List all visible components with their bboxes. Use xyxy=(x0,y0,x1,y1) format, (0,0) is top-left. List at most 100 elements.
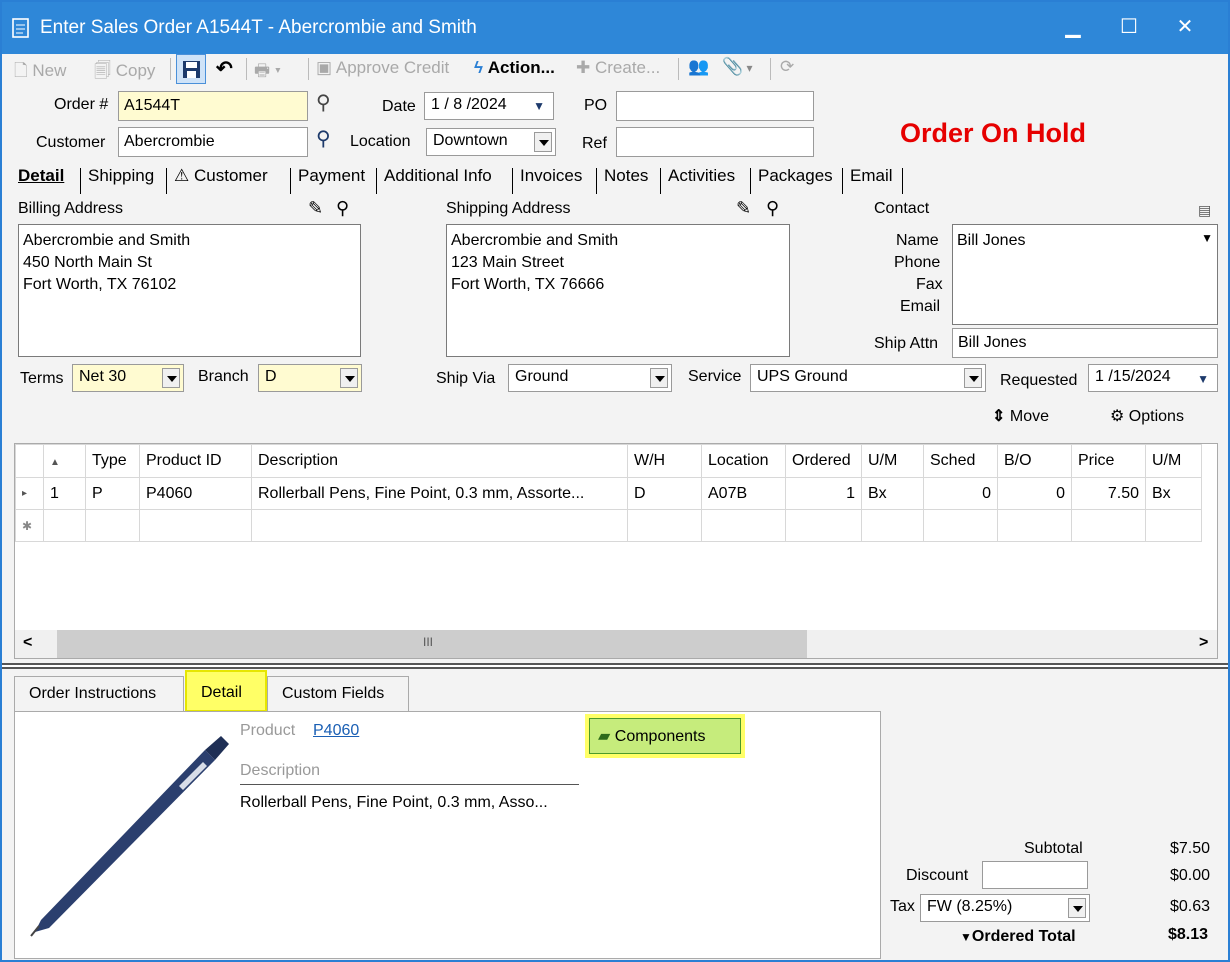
cell-sched[interactable]: 0 xyxy=(923,477,998,510)
move-button[interactable]: ⇕ Move xyxy=(992,406,1049,426)
print-button[interactable]: 🖶 ▾ xyxy=(254,58,281,80)
cell-type[interactable]: P xyxy=(85,477,140,510)
gear-icon: ⚙ xyxy=(1110,408,1125,425)
tab-shipping[interactable]: Shipping xyxy=(88,166,154,186)
service-label: Service xyxy=(688,368,742,385)
undo-icon[interactable]: ↶ xyxy=(216,56,233,81)
contact-details-box[interactable]: Bill Jones ▼ xyxy=(952,224,1218,325)
attachment-icon[interactable]: 📎 ▾ xyxy=(722,57,753,77)
contact-phone-label: Phone xyxy=(894,254,941,271)
shipping-address-box[interactable]: Abercrombie and Smith 123 Main Street Fo… xyxy=(446,224,790,357)
expand-total-icon: ▼ xyxy=(960,930,972,944)
billing-map-pin-icon[interactable]: ⚲ xyxy=(336,198,349,219)
order-number-field[interactable]: A1544T xyxy=(118,91,308,121)
column-line-number[interactable]: ▲ xyxy=(43,444,86,478)
components-button[interactable]: ▰ Components xyxy=(589,718,741,754)
scroll-left-icon[interactable]: < xyxy=(23,634,32,652)
tab-email[interactable]: Email xyxy=(850,166,893,186)
tab-additional-info[interactable]: Additional Info xyxy=(384,166,492,186)
cell-warehouse[interactable]: D xyxy=(627,477,702,510)
cell-price[interactable]: 7.50 xyxy=(1071,477,1146,510)
column-price-um[interactable]: U/M xyxy=(1145,444,1202,478)
cell-line[interactable]: 1 xyxy=(43,477,86,510)
save-icon xyxy=(183,61,200,78)
approve-credit-button[interactable]: ▣ Approve Credit xyxy=(316,58,449,80)
action-menu-button[interactable]: ϟ Action... xyxy=(474,58,555,80)
column-um[interactable]: U/M xyxy=(861,444,924,478)
table-row[interactable]: ▸ 1 P P4060 Rollerball Pens, Fine Point,… xyxy=(15,477,1202,510)
new-button[interactable]: 🗋 New xyxy=(14,58,66,80)
customer-field[interactable]: Abercrombie xyxy=(118,127,308,157)
terms-dropdown[interactable]: Net 30 xyxy=(72,364,184,392)
minimize-button[interactable]: ▁ xyxy=(1050,10,1096,44)
column-location[interactable]: Location xyxy=(701,444,786,478)
create-menu-button[interactable]: ✚ Create... xyxy=(576,58,660,80)
cell-location[interactable]: A07B xyxy=(701,477,786,510)
panel-splitter[interactable] xyxy=(2,663,1228,669)
cell-um[interactable]: Bx xyxy=(861,477,924,510)
sales-order-window: Enter Sales Order A1544T - Abercrombie a… xyxy=(0,0,1230,962)
column-warehouse[interactable]: W/H xyxy=(627,444,702,478)
cell-bo[interactable]: 0 xyxy=(997,477,1072,510)
contact-card-icon[interactable]: ▤ xyxy=(1198,202,1211,219)
column-description[interactable]: Description xyxy=(251,444,628,478)
subtotal-value: $7.50 xyxy=(1170,840,1211,857)
product-link[interactable]: P4060 xyxy=(313,722,359,740)
column-price[interactable]: Price xyxy=(1071,444,1146,478)
refresh-icon[interactable]: ⟳ xyxy=(780,57,794,77)
column-sched[interactable]: Sched xyxy=(923,444,998,478)
ordered-total-label[interactable]: ▼Ordered Total xyxy=(960,928,1076,946)
edit-billing-icon[interactable]: ✎ xyxy=(308,198,323,219)
billing-address-box[interactable]: Abercrombie and Smith 450 North Main St … xyxy=(18,224,361,357)
search-icon[interactable]: ⚲ xyxy=(316,90,331,115)
scroll-right-icon[interactable]: > xyxy=(1199,634,1208,652)
cell-price-um[interactable]: Bx xyxy=(1145,477,1202,510)
options-button[interactable]: ⚙ Options xyxy=(1110,406,1184,426)
tab-customer[interactable]: ⚠ Customer xyxy=(174,166,268,186)
ref-field[interactable] xyxy=(616,127,814,157)
maximize-button[interactable]: ☐ xyxy=(1106,10,1152,44)
tab-activities[interactable]: Activities xyxy=(668,166,735,186)
contacts-icon[interactable]: 👥 xyxy=(688,57,709,77)
shipping-map-pin-icon[interactable]: ⚲ xyxy=(766,198,779,219)
cell-description[interactable]: Rollerball Pens, Fine Point, 0.3 mm, Ass… xyxy=(251,477,628,510)
cell-ordered[interactable]: 1 xyxy=(785,477,862,510)
ship-attn-field[interactable]: Bill Jones xyxy=(952,328,1218,358)
column-ordered[interactable]: Ordered xyxy=(785,444,862,478)
discount-value: $0.00 xyxy=(1170,867,1211,884)
row-selector-icon[interactable]: ▸ xyxy=(15,477,44,510)
tab-bottom-detail[interactable]: Detail xyxy=(185,670,267,712)
edit-shipping-icon[interactable]: ✎ xyxy=(736,198,751,219)
tab-invoices[interactable]: Invoices xyxy=(520,166,582,186)
row-header-column xyxy=(15,444,44,478)
column-bo[interactable]: B/O xyxy=(997,444,1072,478)
copy-button[interactable]: 🗐 Copy xyxy=(94,58,155,80)
service-dropdown[interactable]: UPS Ground xyxy=(750,364,986,392)
tab-payment[interactable]: Payment xyxy=(298,166,365,186)
column-type[interactable]: Type xyxy=(85,444,140,478)
order-lines-grid[interactable]: ▲ Type Product ID Description W/H Locati… xyxy=(14,443,1218,659)
column-product-id[interactable]: Product ID xyxy=(139,444,252,478)
window-title: Enter Sales Order A1544T - Abercrombie a… xyxy=(40,17,477,38)
tab-notes[interactable]: Notes xyxy=(604,166,648,186)
tab-custom-fields[interactable]: Custom Fields xyxy=(267,676,409,712)
tab-order-instructions[interactable]: Order Instructions xyxy=(14,676,184,712)
new-row[interactable]: ✱ xyxy=(15,509,1202,542)
save-button[interactable] xyxy=(176,54,206,84)
requested-date-picker[interactable]: 1 /15/2024 ▼ xyxy=(1088,364,1218,392)
close-button[interactable]: ✕ xyxy=(1162,10,1208,44)
horizontal-scrollbar[interactable]: < III > xyxy=(15,630,1217,658)
cell-product-id[interactable]: P4060 xyxy=(139,477,252,510)
customer-search-icon[interactable]: ⚲ xyxy=(316,126,331,151)
contact-dropdown-icon[interactable]: ▼ xyxy=(1201,227,1213,249)
tab-detail[interactable]: Detail xyxy=(18,166,64,186)
branch-dropdown[interactable]: D xyxy=(258,364,362,392)
tab-packages[interactable]: Packages xyxy=(758,166,833,186)
ship-via-dropdown[interactable]: Ground xyxy=(508,364,672,392)
tax-code-dropdown[interactable]: FW (8.25%) xyxy=(920,894,1090,922)
location-dropdown[interactable]: Downtown xyxy=(426,128,556,156)
discount-field[interactable] xyxy=(982,861,1088,889)
po-field[interactable] xyxy=(616,91,814,121)
date-picker[interactable]: 1 / 8 /2024 ▼ xyxy=(424,92,554,120)
scroll-thumb[interactable]: III xyxy=(57,630,807,658)
